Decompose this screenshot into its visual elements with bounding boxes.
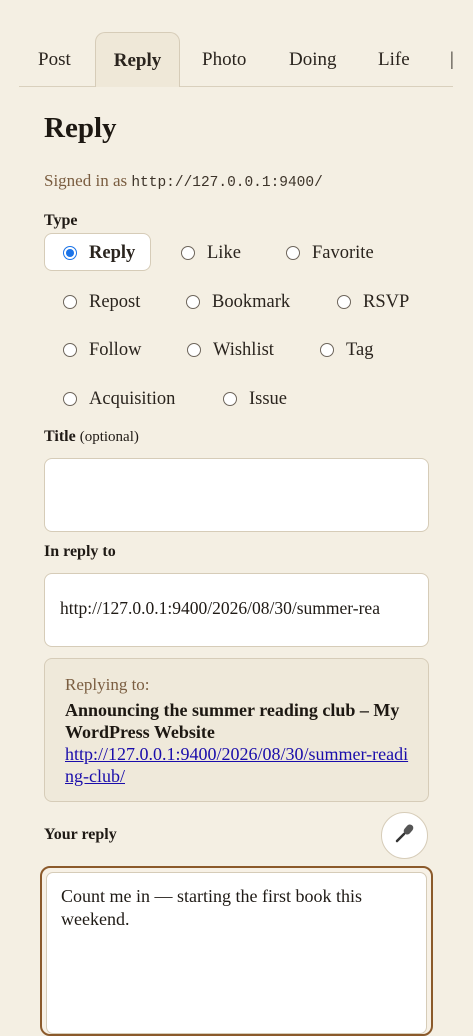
type-option-label: Follow <box>89 339 142 360</box>
radio-icon[interactable] <box>337 295 351 309</box>
tab-doing[interactable]: Doing <box>289 32 337 86</box>
type-option-follow[interactable]: Follow <box>63 338 141 362</box>
type-option-tag[interactable]: Tag <box>320 338 373 362</box>
signed-in-url: http://127.0.0.1:9400/ <box>131 175 323 191</box>
type-option-label: RSVP <box>363 291 410 312</box>
type-option-repost[interactable]: Repost <box>63 290 140 314</box>
radio-icon[interactable] <box>181 246 195 260</box>
type-option-label: Bookmark <box>212 291 291 312</box>
optional-hint: (optional) <box>79 429 139 445</box>
type-option-bookmark[interactable]: Bookmark <box>186 290 290 314</box>
title-label-text: Title <box>44 428 76 445</box>
radio-icon[interactable] <box>223 392 237 406</box>
radio-icon[interactable] <box>286 246 300 260</box>
type-option-label: Favorite <box>312 242 374 263</box>
type-option-label: Repost <box>89 291 141 312</box>
tab-photo[interactable]: Photo <box>202 32 246 86</box>
in-reply-to-label: In reply to <box>44 543 116 560</box>
type-option-wishlist[interactable]: Wishlist <box>187 338 274 362</box>
dictate-button[interactable] <box>381 812 428 859</box>
type-option-label: Wishlist <box>213 339 274 360</box>
tab-reply[interactable]: Reply <box>95 32 180 87</box>
radio-icon[interactable] <box>186 295 200 309</box>
radio-icon[interactable] <box>63 295 77 309</box>
radio-icon[interactable] <box>63 392 77 406</box>
type-option-label: Tag <box>346 339 374 360</box>
type-option-label: Acquisition <box>89 388 176 409</box>
microphone-icon <box>394 822 416 849</box>
replying-to-link[interactable]: http://127.0.0.1:9400/2026/08/30/summer-… <box>65 743 410 787</box>
in-reply-to-input[interactable]: http://127.0.0.1:9400/2026/08/30/summer-… <box>44 573 429 647</box>
reply-textarea-value: Count me in — starting the first book th… <box>61 886 362 929</box>
type-option-rsvp[interactable]: RSVP <box>337 290 409 314</box>
radio-icon[interactable] <box>320 343 334 357</box>
type-option-label: Like <box>207 242 241 263</box>
type-option-label: Reply <box>89 242 136 263</box>
reply-textarea-focus-ring: Count me in — starting the first book th… <box>40 866 433 1036</box>
replying-to-label: Replying to: <box>65 675 150 694</box>
title-input[interactable] <box>44 458 429 532</box>
replying-to-title: Announcing the summer reading club – My … <box>65 700 400 742</box>
radio-icon[interactable] <box>63 343 77 357</box>
type-option-favorite[interactable]: Favorite <box>286 241 374 265</box>
radio-checked-icon[interactable] <box>63 246 77 260</box>
type-option-like[interactable]: Like <box>181 241 241 265</box>
title-label: Title (optional) <box>44 428 139 446</box>
type-option-acquisition[interactable]: Acquisition <box>63 387 175 411</box>
tab-post[interactable]: Post <box>38 32 71 86</box>
your-reply-label: Your reply <box>44 826 117 843</box>
signed-in-text: Signed in as http://127.0.0.1:9400/ <box>44 171 323 191</box>
type-option-issue[interactable]: Issue <box>223 387 287 411</box>
type-option-reply[interactable]: Reply <box>63 241 135 265</box>
signed-in-prefix: Signed in as <box>44 171 128 190</box>
tab-overflow-edge: | <box>450 49 453 70</box>
page-title: Reply <box>44 112 117 144</box>
reply-textarea[interactable]: Count me in — starting the first book th… <box>46 872 427 1034</box>
radio-icon[interactable] <box>187 343 201 357</box>
tab-life[interactable]: Life <box>378 32 410 86</box>
tab-bar: Post Reply Photo Doing Life | <box>19 32 453 87</box>
in-reply-to-value: http://127.0.0.1:9400/2026/08/30/summer-… <box>60 598 380 618</box>
type-option-label: Issue <box>249 388 288 409</box>
type-label: Type <box>44 212 78 229</box>
reply-preview-card: Replying to: Announcing the summer readi… <box>44 658 429 802</box>
